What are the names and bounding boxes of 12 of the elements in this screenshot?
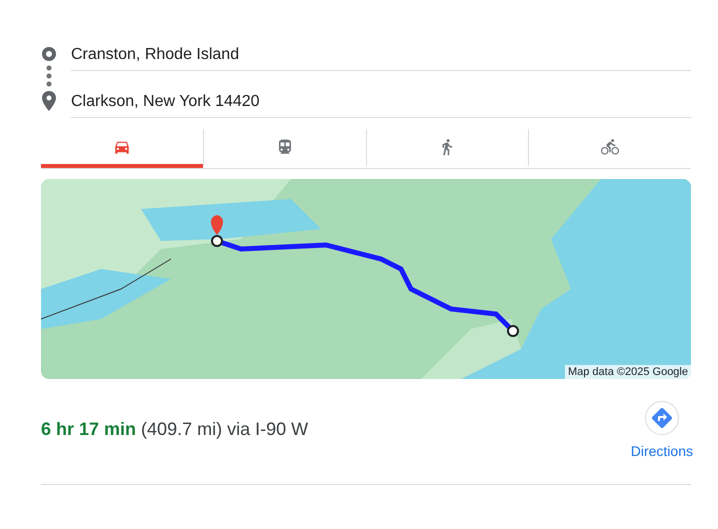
origin-icon — [42, 47, 56, 61]
pin-icon — [42, 91, 56, 111]
map-attribution: Map data ©2025 Google — [564, 365, 691, 379]
map[interactable]: Map data ©2025 Google — [41, 179, 691, 379]
directions-link[interactable]: Directions — [630, 401, 693, 459]
origin-field[interactable]: Cranston, Rhode Island — [71, 44, 691, 71]
destination-field[interactable]: Clarkson, New York 14420 — [71, 91, 691, 118]
route-summary: 6 hr 17 min (409.7 mi) via I-90 W — [41, 419, 308, 440]
directions-label: Directions — [630, 443, 693, 459]
dots-icon — [46, 65, 52, 87]
bike-icon — [601, 138, 620, 156]
directions-icon — [644, 401, 679, 435]
